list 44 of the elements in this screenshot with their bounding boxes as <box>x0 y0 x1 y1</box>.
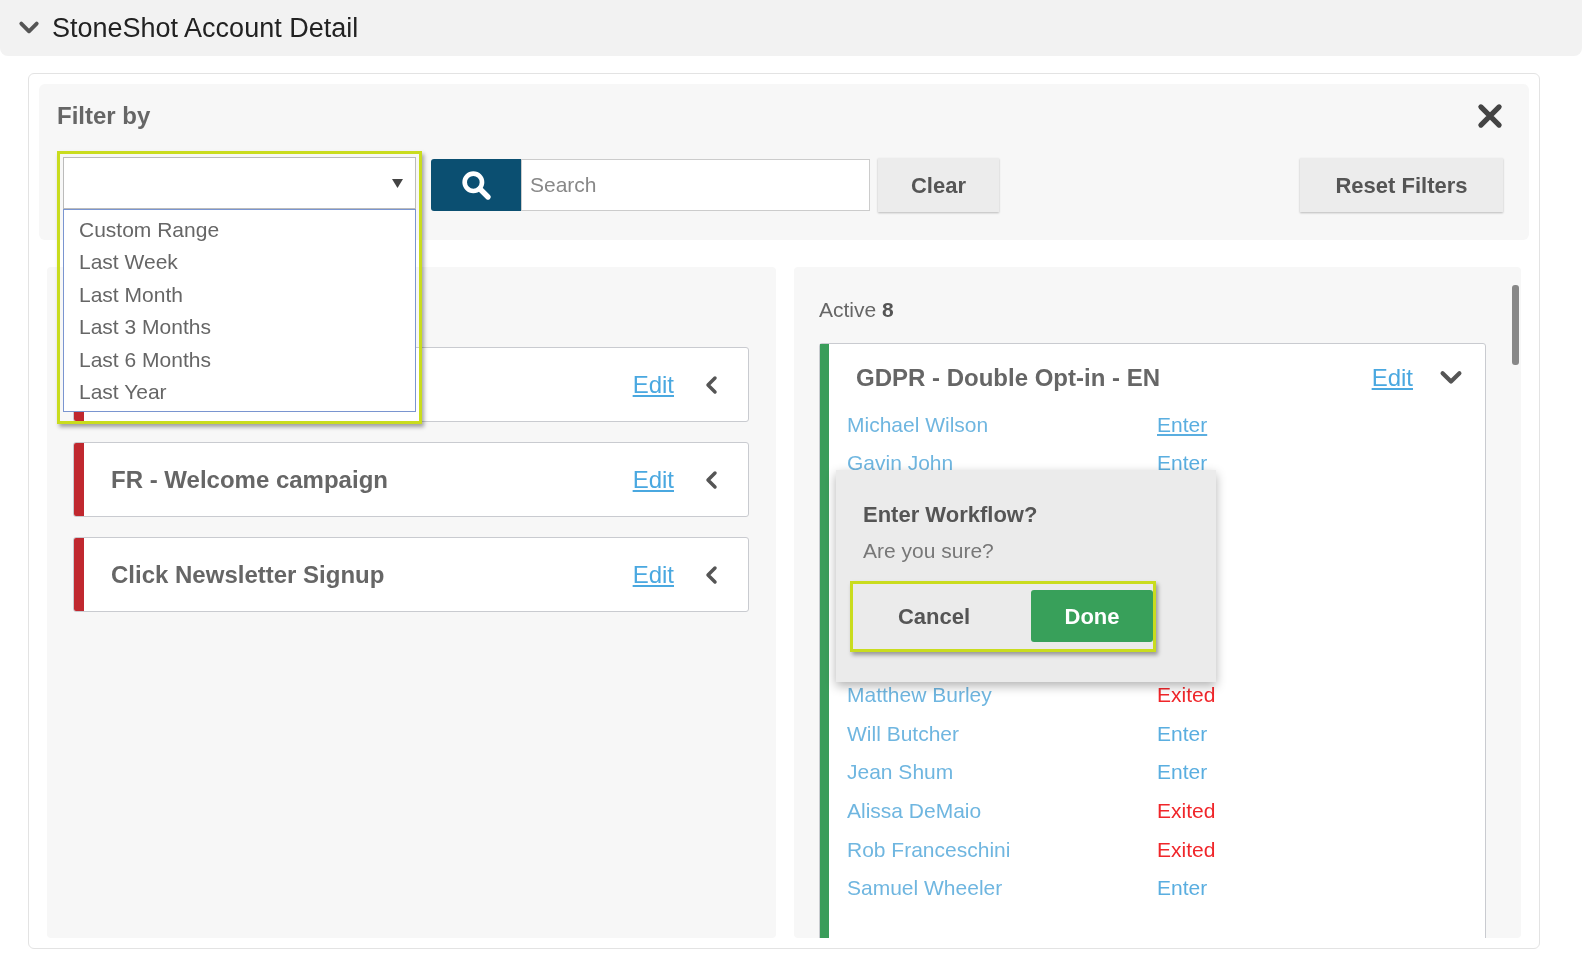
status-link[interactable]: Enter <box>1157 408 1208 441</box>
contact-name[interactable]: Michael Wilson <box>847 408 1157 441</box>
select-field[interactable] <box>63 157 416 209</box>
date-dropdown[interactable]: Custom Range Last Week Last Month Last 3 Months Last 6 Months Last Year <box>57 151 422 424</box>
contact-name[interactable]: Alissa DeMaio <box>847 795 1157 827</box>
scrollbar[interactable] <box>1512 285 1519 365</box>
campaign-title: GDPR - Double Opt-in - EN <box>856 363 1160 393</box>
filter-label: Filter by <box>57 101 151 131</box>
search-icon <box>460 169 492 201</box>
dropdown-option[interactable]: Last Year <box>64 375 415 408</box>
status-link[interactable]: Exited <box>1157 678 1216 711</box>
contact-name[interactable]: Samuel Wheeler <box>847 872 1157 904</box>
campaign-title: Click Newsletter Signup <box>111 559 385 590</box>
dropdown-arrow-icon <box>392 177 403 189</box>
dropdown-option[interactable]: Last 3 Months <box>64 310 415 343</box>
status-link[interactable]: Enter <box>1157 872 1208 904</box>
active-count: Active 8 <box>819 297 894 324</box>
status-link[interactable]: Enter <box>1157 717 1208 750</box>
contact-name[interactable]: Will Butcher <box>847 717 1157 750</box>
contact-name[interactable]: Matthew Burley <box>847 678 1157 711</box>
edit-link[interactable]: Edit <box>632 556 674 593</box>
search-field[interactable]: Search <box>521 159 870 211</box>
dropdown-option[interactable]: Custom Range <box>64 213 415 246</box>
search-button[interactable] <box>431 159 521 211</box>
section-header[interactable]: StoneShot Account Detail <box>0 0 1582 56</box>
status-link[interactable]: Enter <box>1157 756 1208 788</box>
status-link[interactable]: Exited <box>1157 795 1216 827</box>
dropdown-option[interactable]: Last Month <box>64 278 415 311</box>
status-link[interactable]: Exited <box>1157 833 1216 866</box>
confirm-message: Are you sure? <box>863 538 995 564</box>
done-button[interactable]: Done <box>1031 590 1153 642</box>
clear-button[interactable]: Clear <box>878 158 999 212</box>
confirm-title: Enter Workflow? <box>863 501 1039 529</box>
reset-filters-button[interactable]: Reset Filters <box>1300 158 1503 212</box>
edit-link[interactable]: Edit <box>632 366 674 403</box>
edit-link[interactable]: Edit <box>632 461 674 498</box>
edit-link[interactable]: Edit <box>1371 360 1413 396</box>
contact-name[interactable]: Jean Shum <box>847 756 1157 788</box>
dropdown-option[interactable]: Last Week <box>64 245 415 278</box>
section-title: StoneShot Account Detail <box>52 11 359 45</box>
campaign-title: FR - Welcome campaign <box>111 464 388 495</box>
close-icon[interactable] <box>1477 103 1503 129</box>
contact-name[interactable]: Rob Franceschini <box>847 833 1157 866</box>
dropdown-option[interactable]: Last 6 Months <box>64 343 415 376</box>
